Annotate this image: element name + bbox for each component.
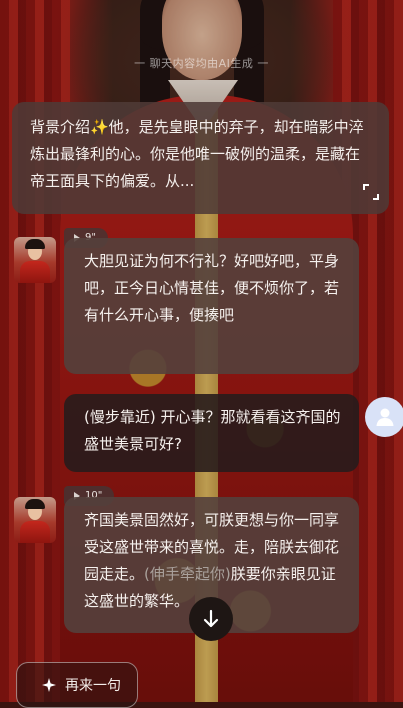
background-intro-card[interactable]: 背景介绍✨他，是先皇眼中的弃子，却在暗影中淬炼出最锋利的心。你是他唯一破例的温柔… [12, 102, 389, 214]
intro-text: 背景介绍✨他，是先皇眼中的弃子，却在暗影中淬炼出最锋利的心。你是他唯一破例的温柔… [30, 118, 364, 190]
arrow-down-icon [203, 609, 219, 628]
scroll-down-button[interactable] [189, 597, 233, 641]
person-icon [376, 408, 394, 426]
character-message-bubble[interactable]: 大胆见证为何不行礼？好吧好吧，平身吧，正今日心情甚佳，便不烦你了，若有什么开心事… [64, 238, 359, 374]
message-action-text: (伸手牵起你) [144, 565, 231, 583]
message-text: 大胆见证为何不行礼？好吧好吧，平身吧，正今日心情甚佳，便不烦你了，若有什么开心事… [84, 252, 340, 324]
user-message-bubble[interactable]: (慢步靠近) 开心事？那就看看这齐国的盛世美景可好? [64, 394, 359, 472]
expand-icon[interactable] [363, 184, 379, 200]
character-avatar[interactable] [14, 237, 56, 283]
retry-label: 再来一句 [65, 678, 121, 694]
user-avatar-icon[interactable] [365, 397, 403, 437]
ai-generated-notice: 一 聊天内容均由AI生成 一 [134, 57, 269, 70]
retry-button[interactable]: 再来一句 [16, 662, 138, 708]
message-text: (慢步靠近) 开心事？那就看看这齐国的盛世美景可好? [84, 408, 341, 453]
character-avatar[interactable] [14, 497, 56, 543]
sparkle-icon [42, 678, 56, 692]
